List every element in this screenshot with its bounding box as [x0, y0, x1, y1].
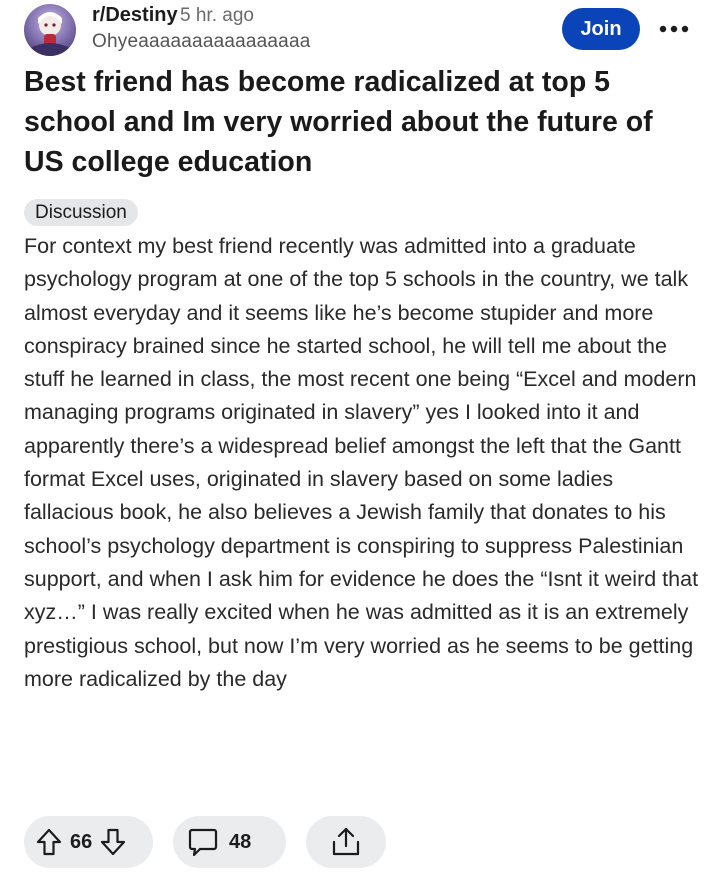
post-time: 5 hr. ago [180, 5, 254, 26]
post-title[interactable]: Best friend has become radicalized at to… [24, 62, 684, 182]
join-button[interactable]: Join [562, 8, 640, 50]
subreddit-avatar[interactable] [24, 4, 76, 56]
avatar-illustration [30, 12, 70, 56]
post-header: r/Destiny 5 hr. ago Ohyeaaaaaaaaaaaaaaaa… [0, 0, 714, 60]
post-flair[interactable]: Discussion [24, 199, 138, 226]
upvote-arrow-icon[interactable] [36, 828, 62, 856]
post-body: For context my best friend recently was … [24, 234, 699, 691]
share-button[interactable] [306, 816, 386, 868]
downvote-arrow-icon[interactable] [100, 828, 126, 856]
share-icon [331, 826, 361, 858]
subreddit-name[interactable]: r/Destiny [92, 4, 178, 27]
comments-button[interactable]: 48 [173, 816, 286, 868]
comment-count: 48 [229, 830, 252, 853]
author-username[interactable]: Ohyeaaaaaaaaaaaaaaaa [92, 31, 310, 53]
vote-count: 66 [70, 830, 93, 853]
comment-bubble-icon [187, 826, 219, 858]
vote-bar: 66 [24, 816, 153, 868]
more-options-icon[interactable] [657, 14, 691, 44]
